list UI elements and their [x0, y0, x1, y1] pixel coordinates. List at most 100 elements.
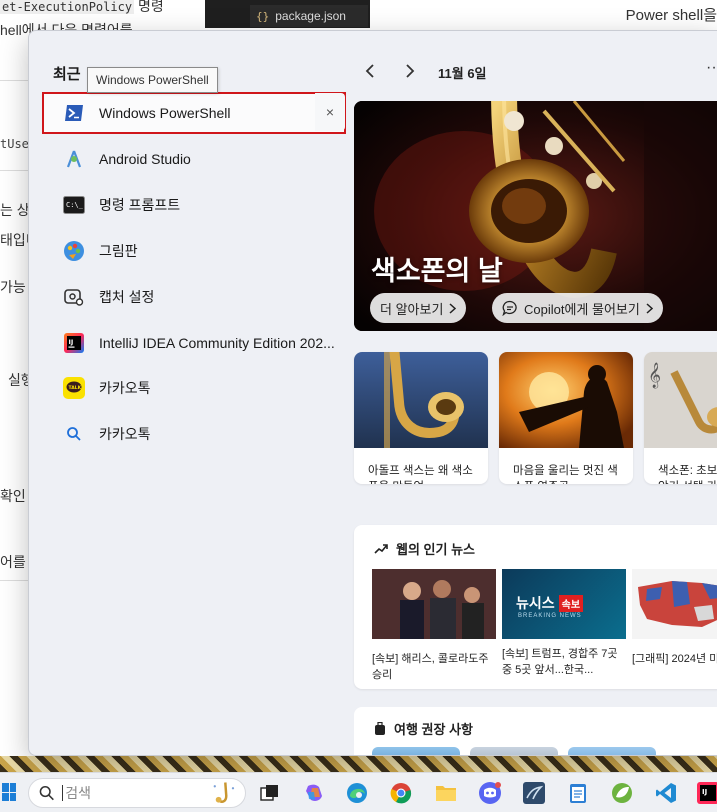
news-image: [632, 569, 717, 639]
recent-item-kakaotalk[interactable]: TALK 카카오톡: [43, 368, 345, 408]
bg-divider: [0, 580, 30, 581]
notepad-icon[interactable]: [564, 779, 592, 807]
svg-text:TALK: TALK: [69, 385, 82, 391]
travel-recommendations-section: 여행 권장 사항: [354, 707, 717, 755]
edge-browser-icon[interactable]: [343, 779, 371, 807]
newsis-logo: 뉴시스 속보: [516, 593, 584, 613]
ask-copilot-button[interactable]: Copilot에게 물어보기: [492, 293, 663, 323]
recent-item-kakaotalk-search[interactable]: 카카오톡: [43, 414, 345, 454]
breaking-news-label: BREAKING NEWS: [518, 613, 582, 619]
task-view-icon[interactable]: [256, 779, 284, 807]
svg-text:𝄞: 𝄞: [648, 362, 661, 388]
bg-right-text: Power shell을: [625, 7, 717, 24]
svg-text:IJ: IJ: [69, 338, 74, 346]
learn-more-button[interactable]: 더 알아보기: [370, 293, 467, 323]
news-headline: [속보] 트럼프, 경합주 7곳 중 5곳 앞서...한국...: [502, 648, 618, 676]
windows-start-icon[interactable]: [2, 783, 16, 801]
news-item[interactable]: 뉴시스 속보 BREAKING NEWS [속보] 트럼프, 경합주 7곳 중 …: [502, 569, 626, 678]
recent-apps-pane: 최근 Windows PowerShell × Android Studio C…: [29, 31, 349, 755]
hero-title: 색소폰의 날: [371, 256, 503, 286]
recent-item-intellij-idea[interactable]: IJ IntelliJ IDEA Community Edition 202..…: [43, 323, 345, 363]
copilot-icon[interactable]: [300, 779, 328, 807]
news-headline: [속보] 해리스, 콜로라도주 승리: [372, 653, 489, 681]
taskbar: IJ: [0, 772, 717, 812]
chat-bubble-icon: [502, 300, 517, 316]
start-menu: 최근 Windows PowerShell × Android Studio C…: [28, 30, 717, 756]
file-explorer-icon[interactable]: [432, 779, 460, 807]
date-label: 11월 6일: [438, 66, 487, 81]
chevron-right-icon: [449, 302, 457, 314]
news-headline: [그래픽] 2024년 미국 대선: [632, 653, 717, 665]
recent-item-capture-settings[interactable]: 캡처 설정: [43, 277, 345, 317]
taskbar-search[interactable]: [28, 778, 246, 808]
editor-tab[interactable]: {} package.json: [250, 5, 368, 27]
search-icon: [39, 786, 54, 801]
powershell-icon: [63, 102, 85, 124]
recent-item-windows-powershell[interactable]: Windows PowerShell: [42, 92, 346, 134]
more-options-button[interactable]: ···: [706, 59, 717, 77]
saxophone-search-highlight-icon: [213, 782, 235, 803]
bg-text-line: 가능: [0, 279, 26, 295]
chevron-left-icon: [365, 64, 374, 78]
card-title: 색소폰: 초보자를 위한 악기 선택 가이드: [658, 465, 717, 484]
vscode-icon[interactable]: [652, 779, 680, 807]
luggage-icon: [375, 721, 385, 735]
json-file-icon: {}: [256, 9, 270, 23]
svg-text:IJ: IJ: [702, 788, 707, 796]
code-editor-strip: {} package.json: [205, 0, 370, 28]
article-card[interactable]: 아돌프 색스는 왜 색소폰을 만들었...: [354, 352, 488, 484]
card-title: 마음을 울리는 멋진 색소폰 연주곡...: [513, 465, 618, 484]
search-icon: [63, 423, 85, 445]
mysql-workbench-icon[interactable]: [520, 779, 548, 807]
hero-card-saxophone-day[interactable]: 색소폰의 날 더 알아보기 Copilot에게 물어보기: [354, 101, 717, 331]
card-title: 아돌프 색스는 왜 색소폰을 만들었...: [368, 465, 473, 484]
app-tooltip: Windows PowerShell: [87, 67, 218, 93]
command-prompt-icon: C:\_: [63, 194, 85, 216]
bg-text-line: 는 상: [0, 202, 30, 218]
widgets-pane: 11월 6일 ···: [354, 31, 717, 755]
recent-item-command-prompt[interactable]: C:\_ 명령 프롬프트: [43, 185, 345, 225]
news-image: 뉴시스 속보 BREAKING NEWS: [502, 569, 626, 639]
trending-news-section: 웹의 인기 뉴스 [속보] 해리스, 콜로라도주 승리 뉴시스 속보 BREAK…: [354, 525, 717, 689]
svg-text:C:\_: C:\_: [66, 201, 84, 209]
travel-section-title: 여행 권장 사항: [374, 719, 473, 738]
spring-tool-icon[interactable]: [608, 779, 636, 807]
capture-settings-icon: [63, 286, 85, 308]
intellij-taskbar-icon[interactable]: IJ: [694, 779, 717, 807]
paint-icon: [63, 240, 85, 262]
card-image: [499, 352, 633, 448]
bg-text-line: et-ExecutionPolicy 명령: [0, 0, 164, 14]
next-day-button[interactable]: [398, 59, 422, 83]
android-studio-icon: [63, 148, 85, 170]
desktop-wallpaper-strip: [0, 756, 717, 772]
discord-icon[interactable]: [476, 779, 504, 807]
remove-from-list-button[interactable]: ×: [315, 93, 345, 131]
bg-divider: [0, 80, 30, 81]
news-section-title: 웹의 인기 뉴스: [374, 539, 475, 558]
card-image: 𝄞: [644, 352, 717, 448]
article-card[interactable]: 𝄞 색소폰: 초보자를 위한 악기 선택 가이드: [644, 352, 717, 484]
intellij-icon: IJ: [63, 332, 85, 354]
news-item[interactable]: [속보] 해리스, 콜로라도주 승리: [372, 569, 496, 683]
recent-item-android-studio[interactable]: Android Studio: [43, 139, 345, 179]
bg-text-line: 확인: [0, 488, 26, 504]
travel-thumbnail[interactable]: [372, 747, 460, 755]
search-input[interactable]: [62, 785, 203, 801]
chevron-right-icon: [406, 64, 415, 78]
trending-up-icon: [374, 543, 388, 554]
chevron-right-icon: [646, 302, 653, 314]
card-image: [354, 352, 488, 448]
article-card[interactable]: 마음을 울리는 멋진 색소폰 연주곡...: [499, 352, 633, 484]
recent-item-paint[interactable]: 그림판: [43, 231, 345, 271]
travel-thumbnail[interactable]: [568, 747, 656, 755]
kakaotalk-icon: TALK: [63, 377, 85, 399]
bg-text-line: tUse: [0, 137, 29, 151]
previous-day-button[interactable]: [358, 59, 382, 83]
travel-thumbnails: [372, 747, 656, 755]
bg-text-line: 어를: [0, 554, 26, 570]
chrome-browser-icon[interactable]: [387, 779, 415, 807]
recent-title: 최근: [53, 66, 81, 83]
news-item[interactable]: [그래픽] 2024년 미국 대선: [632, 569, 717, 667]
travel-thumbnail[interactable]: [470, 747, 558, 755]
bg-divider: [0, 170, 30, 171]
